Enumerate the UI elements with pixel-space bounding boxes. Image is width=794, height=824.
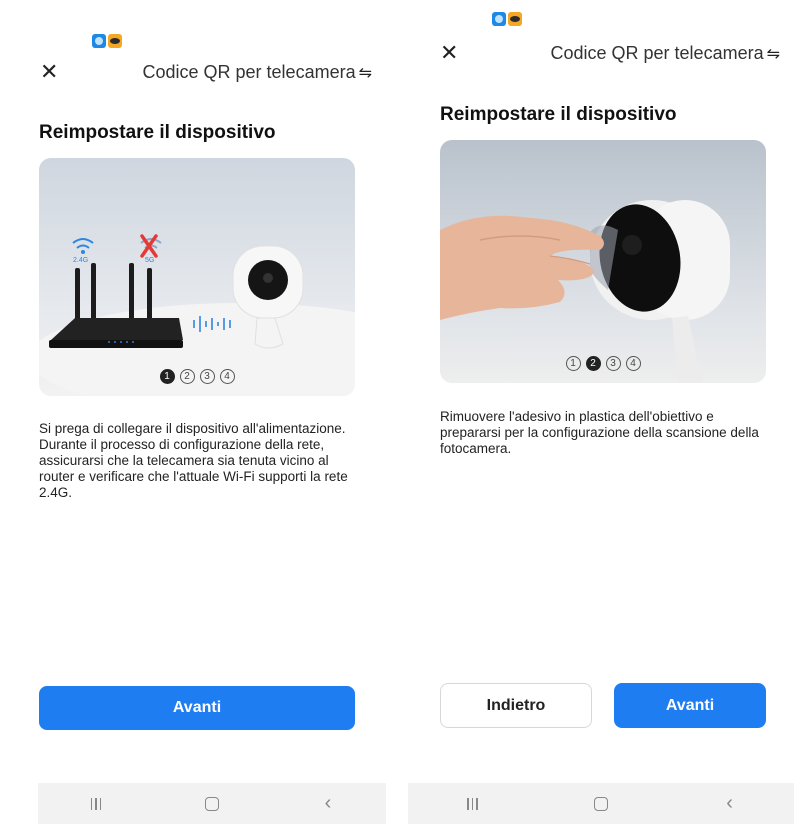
home-button[interactable] — [192, 789, 232, 819]
remove-lens-sticker-photo: 1 2 3 4 — [440, 140, 766, 383]
recents-button[interactable] — [76, 789, 116, 819]
step-description: Si prega di collegare il dispositivo all… — [39, 421, 348, 500]
header-title-button[interactable]: Codice QR per telecamera ⇋ — [551, 43, 781, 64]
switch-arrows-icon: ⇋ — [358, 65, 372, 82]
step-dot-1: 1 — [565, 356, 581, 371]
step-dot-2: 2 — [179, 369, 195, 384]
switch-arrows-icon: ⇋ — [766, 46, 780, 63]
app-notification-icon — [492, 12, 506, 26]
system-nav-bar: ‹ — [408, 783, 794, 824]
step-dot-3: 3 — [199, 369, 215, 384]
step-dot-3: 3 — [605, 356, 621, 371]
header-title-button[interactable]: Codice QR per telecamera ⇋ — [143, 62, 373, 83]
status-notification-icons — [92, 34, 122, 48]
step-dot-4: 4 — [219, 369, 235, 384]
close-icon[interactable]: ✕ — [440, 40, 458, 66]
recents-icon — [90, 797, 102, 810]
next-button[interactable]: Avanti — [614, 683, 766, 728]
app-header: ✕ Codice QR per telecamera ⇋ — [0, 57, 386, 87]
app-notification-icon — [92, 34, 106, 48]
step-dot-2: 2 — [585, 356, 601, 371]
home-icon — [205, 796, 219, 811]
header-title: Codice QR per telecamera — [550, 43, 764, 63]
screen-step-1: ✕ Codice QR per telecamera ⇋ Reimpostare … — [0, 0, 386, 824]
band-5g-label: 5G — [145, 257, 154, 264]
wifi-24g-icon — [72, 238, 94, 249]
section-title: Reimpostare il dispositivo — [440, 104, 677, 125]
section-title: Reimpostare il dispositivo — [39, 122, 276, 143]
back-button[interactable]: ‹ — [308, 789, 348, 819]
back-chevron-icon: ‹ — [324, 792, 332, 814]
next-button[interactable]: Avanti — [39, 686, 355, 730]
home-icon — [593, 796, 608, 811]
band-24g-label: 2.4G — [73, 257, 88, 264]
step-description: Rimuovere l'adesivo in plastica dell'obi… — [440, 409, 759, 456]
camera-sticker-image — [440, 200, 730, 383]
step-dot-4: 4 — [625, 356, 641, 371]
step-dot-1: 1 — [159, 369, 175, 384]
back-button[interactable]: ‹ — [710, 789, 750, 819]
camera-app-notification-icon — [108, 34, 122, 48]
status-notification-icons — [492, 12, 522, 26]
app-header: ✕ Codice QR per telecamera ⇋ — [408, 38, 794, 68]
router-camera-illustration: 2.4G 5G 1 2 3 4 — [39, 158, 355, 396]
step-indicator: 1 2 3 4 — [39, 369, 355, 384]
system-nav-bar: ‹ — [38, 783, 386, 824]
step-indicator: 1 2 3 4 — [440, 356, 766, 371]
close-icon[interactable]: ✕ — [40, 59, 58, 85]
back-step-button[interactable]: Indietro — [440, 683, 592, 728]
recents-button[interactable] — [452, 789, 492, 819]
back-chevron-icon: ‹ — [726, 792, 733, 814]
recents-icon — [467, 797, 478, 810]
router-camera-image: 2.4G 5G — [39, 234, 355, 396]
screen-step-2: ✕ Codice QR per telecamera ⇋ Reimpostare … — [408, 0, 794, 824]
home-button[interactable] — [581, 789, 621, 819]
header-title: Codice QR per telecamera — [142, 62, 356, 82]
camera-app-notification-icon — [508, 12, 522, 26]
